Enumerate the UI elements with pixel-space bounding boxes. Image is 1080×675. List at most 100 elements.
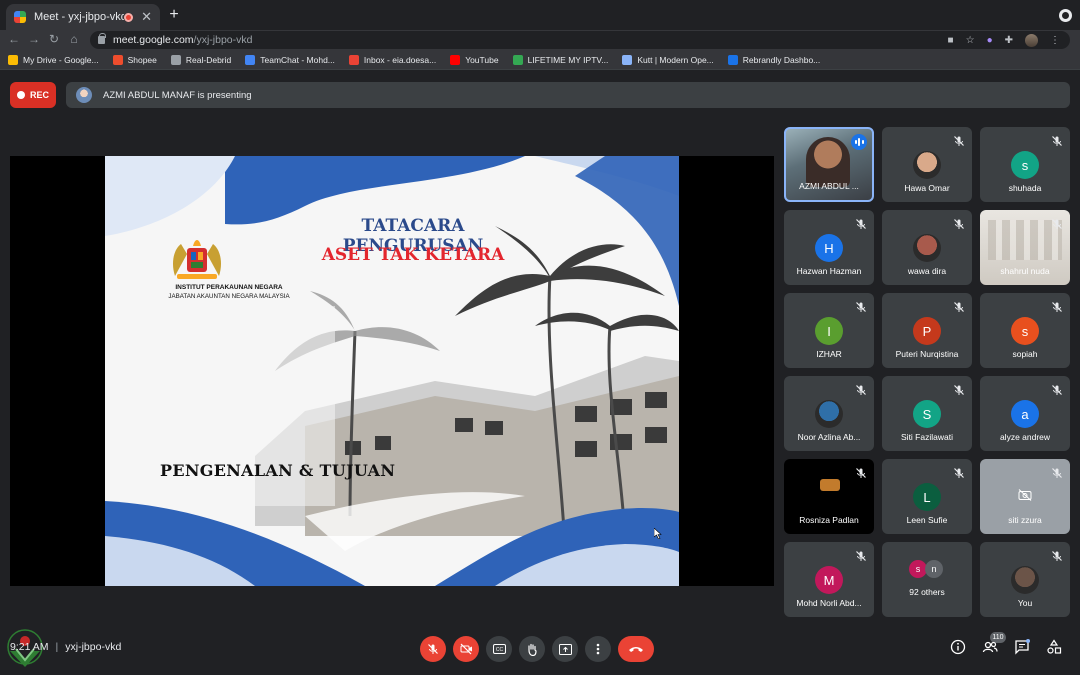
meeting-details-button[interactable] [950, 639, 966, 655]
svg-text:CC: CC [495, 647, 503, 653]
bookmark-favicon-icon [245, 54, 256, 65]
lock-icon [98, 33, 106, 44]
extension-icon[interactable]: ● [987, 35, 993, 46]
bookmark-label: YouTube [465, 54, 499, 65]
participant-tile[interactable]: P Puteri Nurqistina [882, 293, 972, 368]
mic-off-icon [1051, 549, 1063, 561]
presenting-text: AZMI ABDUL MANAF is presenting [103, 89, 252, 101]
bookmark-item[interactable]: YouTube [450, 54, 499, 65]
chat-button[interactable] [1014, 639, 1030, 655]
participant-tile[interactable]: M Mohd Norli Abd... [784, 542, 874, 617]
participant-avatar: M [815, 566, 843, 594]
bookmark-item[interactable]: Kutt | Modern Ope... [622, 54, 714, 65]
mic-off-icon [953, 217, 965, 229]
record-dot-icon [16, 91, 25, 99]
activities-shapes-icon [1047, 639, 1062, 654]
participant-avatar: H [815, 234, 843, 262]
slide-heading: PENGENALAN & TUJUAN [160, 461, 396, 480]
slide-title-line2: ASET TAK KETARA [321, 245, 505, 265]
camera-toggle-button[interactable] [453, 636, 479, 662]
call-controls: CC [420, 636, 654, 662]
participant-tile[interactable]: AZMI ABDUL ... [784, 127, 874, 202]
mic-off-icon [1051, 134, 1063, 146]
browser-tab[interactable]: Meet - yxj-jbpo-vkd ✕ [6, 4, 160, 30]
presentation-stage[interactable]: TATACARA PENGURUSAN ASET TAK KETARA INST… [10, 156, 774, 586]
participant-name: shuhada [1008, 183, 1042, 193]
microphone-toggle-button[interactable] [420, 636, 446, 662]
browser-tab-strip: Meet - yxj-jbpo-vkd ✕ + [0, 0, 1080, 30]
participant-tile[interactable]: H Hazwan Hazman [784, 210, 874, 285]
raise-hand-button[interactable] [519, 636, 545, 662]
captions-button[interactable]: CC [486, 636, 512, 662]
more-options-button[interactable] [585, 636, 611, 662]
mic-off-icon [1051, 300, 1063, 312]
mouse-cursor-icon [654, 528, 662, 539]
address-bar[interactable]: meet.google.com /yxj-jbpo-vkd ■ ☆ ● ✚ ⋮ [90, 31, 1070, 49]
participant-avatar [913, 234, 941, 262]
close-tab-icon[interactable]: ✕ [141, 9, 152, 25]
participant-tile[interactable]: Rosniza Padlan [784, 459, 874, 534]
participant-tile[interactable]: I IZHAR [784, 293, 874, 368]
participant-tile[interactable]: You [980, 542, 1070, 617]
meeting-info: 9:21 AM | yxj-jbpo-vkd [10, 641, 122, 653]
bookmark-item[interactable]: Real-Debrid [170, 54, 232, 65]
reload-icon[interactable]: ↻ [46, 32, 62, 46]
activities-button[interactable] [1046, 639, 1062, 655]
back-icon[interactable]: ← [6, 32, 22, 46]
participant-tile[interactable]: s n 92 others [882, 542, 972, 617]
participant-avatar [1011, 566, 1039, 594]
mic-off-icon [855, 466, 867, 478]
chrome-menu-icon[interactable]: ⋮ [1050, 35, 1060, 46]
mic-off-icon [1051, 217, 1063, 229]
leave-call-button[interactable] [618, 636, 654, 662]
new-tab-button[interactable]: + [166, 7, 182, 23]
profile-avatar[interactable] [1025, 33, 1038, 47]
mic-off-icon [953, 134, 965, 146]
participant-name: Siti Fazilawati [901, 432, 953, 442]
camera-permission-icon[interactable]: ■ [948, 35, 954, 46]
url-host: meet.google.com [113, 34, 194, 46]
participant-tile[interactable]: a alyze andrew [980, 376, 1070, 451]
people-button[interactable] [982, 639, 998, 655]
bookmark-favicon-icon [727, 54, 738, 65]
browser-menu-icon[interactable] [1059, 9, 1072, 22]
hand-icon [528, 643, 537, 656]
speaking-indicator-icon [851, 134, 867, 150]
bookmark-star-icon[interactable]: ☆ [966, 35, 975, 46]
participant-avatar: I [815, 317, 843, 345]
bookmark-item[interactable]: My Drive - Google... [8, 54, 99, 65]
meeting-code: yxj-jbpo-vkd [65, 641, 122, 653]
bookmark-item[interactable]: Shopee [112, 54, 157, 65]
participant-tile[interactable]: Noor Azlina Ab... [784, 376, 874, 451]
participant-video [806, 137, 850, 187]
bookmark-item[interactable]: TeamChat - Mohd... [245, 54, 335, 65]
bookmark-item[interactable]: Inbox - eia.doesa... [348, 54, 436, 65]
presentation-slide: TATACARA PENGURUSAN ASET TAK KETARA INST… [105, 156, 679, 586]
recording-indicator[interactable]: REC [10, 82, 56, 108]
mic-off-icon [855, 217, 867, 229]
bookmark-label: TeamChat - Mohd... [260, 54, 335, 65]
participant-avatar: a [1011, 400, 1039, 428]
extensions-puzzle-icon[interactable]: ✚ [1005, 35, 1013, 46]
participant-tile[interactable]: S Siti Fazilawati [882, 376, 972, 451]
participant-tile[interactable]: Hawa Omar [882, 127, 972, 202]
forward-icon[interactable]: → [26, 32, 42, 46]
participant-name: Leen Sufie [906, 515, 948, 525]
home-icon[interactable]: ⌂ [66, 32, 82, 46]
present-now-button[interactable] [552, 636, 578, 662]
participant-tile[interactable]: siti zzura [980, 459, 1070, 534]
participant-tile[interactable]: wawa dira [882, 210, 972, 285]
participant-avatar: L [913, 483, 941, 511]
participant-tile[interactable]: s shuhada [980, 127, 1070, 202]
bookmark-item[interactable]: Rebrandly Dashbo... [727, 54, 820, 65]
participant-tile[interactable]: L Leen Sufie [882, 459, 972, 534]
camera-off-icon [460, 643, 472, 655]
bookmark-label: Real-Debrid [185, 54, 232, 65]
mic-off-icon [428, 644, 438, 654]
participant-tile[interactable]: shahrul nuda [980, 210, 1070, 285]
tab-title: Meet - yxj-jbpo-vkd [34, 11, 125, 23]
participant-tile[interactable]: s sopiah [980, 293, 1070, 368]
participant-name: AZMI ABDUL ... [799, 181, 859, 191]
chat-icon [1015, 639, 1030, 655]
bookmark-item[interactable]: LIFETIME MY IPTV... [512, 54, 608, 65]
